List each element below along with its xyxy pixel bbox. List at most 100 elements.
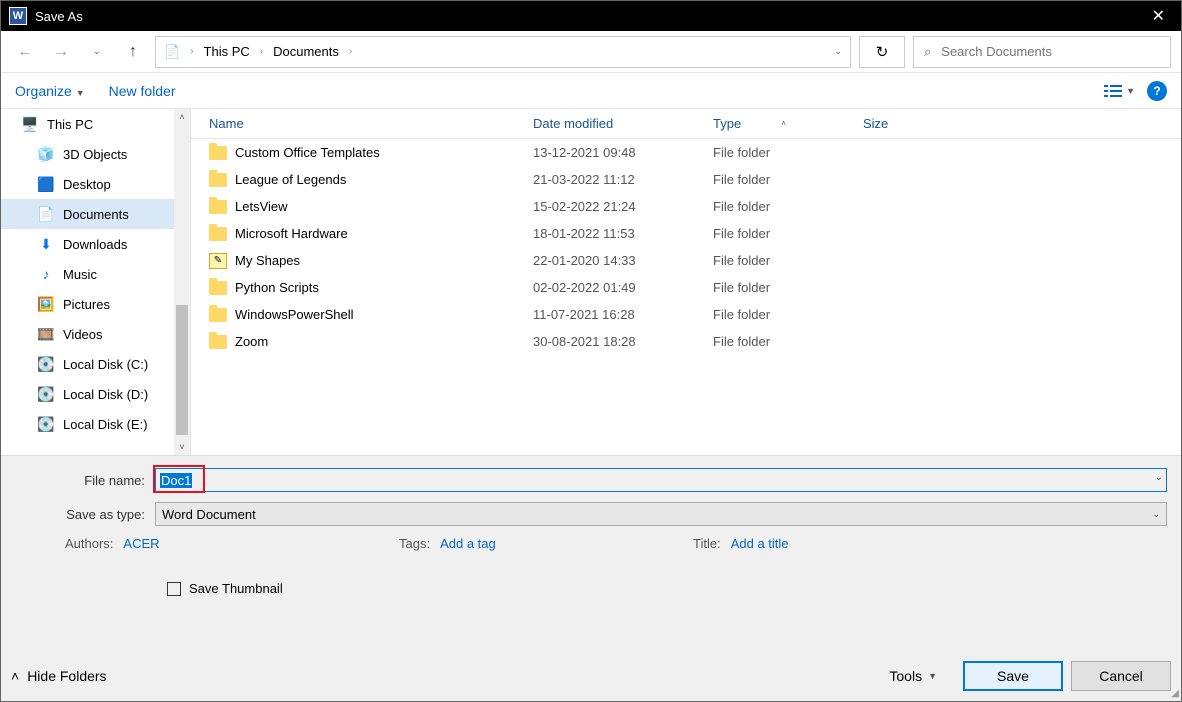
table-row[interactable]: Zoom30-08-2021 18:28File folder [191, 328, 1181, 355]
sidebar-item-disk-d[interactable]: 💽Local Disk (D:) [1, 379, 175, 409]
file-list: Name Date modified Type˄ Size Custom Off… [191, 109, 1181, 455]
file-date: 02-02-2022 01:49 [533, 280, 713, 295]
desktop-icon: 🟦 [37, 175, 55, 193]
sidebar-item-label: Local Disk (C:) [63, 357, 148, 372]
address-bar[interactable]: 📄 › This PC › Documents › ⌄ [155, 36, 851, 68]
sidebar-scrollbar[interactable]: ˄ ˅ [174, 109, 190, 455]
new-folder-button[interactable]: New folder [109, 83, 176, 99]
file-name: LetsView [235, 199, 288, 214]
scroll-thumb[interactable] [176, 305, 188, 435]
column-date[interactable]: Date modified [533, 116, 713, 131]
column-name[interactable]: Name [209, 116, 533, 131]
sidebar-item-label: Desktop [63, 177, 111, 192]
sidebar-item-label: Documents [63, 207, 129, 222]
sidebar-item-this-pc[interactable]: 🖥️This PC [1, 109, 175, 139]
file-date: 21-03-2022 11:12 [533, 172, 713, 187]
filename-input[interactable]: Doc1 [155, 468, 1167, 492]
sidebar-item-label: Downloads [63, 237, 127, 252]
file-type: File folder [713, 307, 863, 322]
back-button[interactable]: ← [11, 38, 39, 66]
organize-button[interactable]: Organize ▼ [15, 83, 85, 99]
search-input[interactable] [939, 43, 1160, 60]
up-button[interactable]: ↑ [119, 38, 147, 66]
forward-button[interactable]: → [47, 38, 75, 66]
table-row[interactable]: League of Legends 21-03-2022 11:12File fo… [191, 166, 1181, 193]
save-thumbnail-checkbox[interactable] [167, 582, 181, 596]
folder-icon [209, 227, 227, 241]
scroll-up-icon[interactable]: ˄ [174, 109, 190, 125]
chevron-right-icon[interactable]: › [186, 46, 197, 57]
sidebar-item-videos[interactable]: 🎞️Videos [1, 319, 175, 349]
sidebar-item-disk-e[interactable]: 💽Local Disk (E:) [1, 409, 175, 439]
tools-button[interactable]: Tools ▼ [889, 668, 937, 684]
chevron-right-icon[interactable]: › [256, 46, 267, 57]
music-icon: ♪ [37, 265, 55, 283]
file-date: 18-01-2022 11:53 [533, 226, 713, 241]
word-app-icon: W [9, 7, 27, 25]
filename-dropdown-icon[interactable]: ⌄ [1155, 472, 1163, 483]
scroll-down-icon[interactable]: ˅ [174, 439, 190, 455]
chevron-down-icon: ▼ [928, 671, 937, 681]
sidebar-item-pictures[interactable]: 🖼️Pictures [1, 289, 175, 319]
table-row[interactable]: ✎My Shapes22-01-2020 14:33File folder [191, 247, 1181, 274]
column-size[interactable]: Size [863, 116, 943, 131]
authors-value[interactable]: ACER [123, 536, 159, 551]
title-bar: W Save As ✕ [1, 1, 1181, 31]
table-row[interactable]: Custom Office Templates13-12-2021 09:48F… [191, 139, 1181, 166]
save-type-label: Save as type: [15, 507, 155, 522]
title-value[interactable]: Add a title [731, 536, 789, 551]
table-row[interactable]: WindowsPowerShell11-07-2021 16:28File fo… [191, 301, 1181, 328]
dialog-body: 🖥️This PC 🧊3D Objects 🟦 Desktop 📄Document… [1, 109, 1181, 455]
sidebar-item-desktop[interactable]: 🟦 Desktop [1, 169, 175, 199]
tags-value[interactable]: Add a tag [440, 536, 496, 551]
chevron-right-icon[interactable]: › [345, 46, 356, 57]
breadcrumb-documents[interactable]: Documents [273, 44, 339, 59]
file-name: Zoom [235, 334, 268, 349]
recent-locations-button[interactable]: ⌄ [83, 38, 111, 66]
nav-row: ← → ⌄ ↑ 📄 › This PC › Documents › ⌄ ↻ ⌕ [1, 31, 1181, 73]
file-type: File folder [713, 172, 863, 187]
table-row[interactable]: LetsView15-02-2022 21:24File folder [191, 193, 1181, 220]
chevron-down-icon: ⌄ [1152, 509, 1160, 520]
tags-label: Tags: [399, 536, 430, 551]
sidebar-item-music[interactable]: ♪ Music [1, 259, 175, 289]
chevron-up-icon: ˄ [11, 668, 19, 684]
folder-icon [209, 200, 227, 214]
filename-label: File name: [15, 473, 155, 488]
hide-folders-button[interactable]: ˄ Hide Folders [11, 668, 107, 684]
table-row[interactable]: Python Scripts02-02-2022 01:49File folde… [191, 274, 1181, 301]
file-type: File folder [713, 226, 863, 241]
sidebar-item-disk-c[interactable]: 💽Local Disk (C:) [1, 349, 175, 379]
sidebar-item-3d-objects[interactable]: 🧊3D Objects [1, 139, 175, 169]
file-type: File folder [713, 334, 863, 349]
folder-icon [209, 308, 227, 322]
view-options-button[interactable]: ▼ [1104, 84, 1135, 98]
sort-indicator-icon: ˄ [781, 119, 786, 128]
search-box[interactable]: ⌕ [913, 36, 1171, 68]
window-title: Save As [35, 9, 1144, 24]
save-button[interactable]: Save [963, 661, 1063, 691]
help-button[interactable]: ? [1147, 81, 1167, 101]
sidebar-item-label: This PC [47, 117, 93, 132]
cancel-button[interactable]: Cancel [1071, 661, 1171, 691]
file-date: 22-01-2020 14:33 [533, 253, 713, 268]
close-icon[interactable]: ✕ [1144, 6, 1173, 26]
bottom-panel: File name: Doc1 ⌄ Save as type: Word Doc… [1, 455, 1181, 701]
sidebar-item-downloads[interactable]: ⬇Downloads [1, 229, 175, 259]
sidebar-item-documents[interactable]: 📄Documents [1, 199, 175, 229]
column-type[interactable]: Type˄ [713, 116, 863, 131]
resize-grip[interactable]: ◢ [1171, 688, 1179, 699]
chevron-down-icon: ▼ [76, 88, 85, 98]
save-type-select[interactable]: Word Document ⌄ [155, 502, 1167, 526]
file-type: File folder [713, 199, 863, 214]
sidebar: 🖥️This PC 🧊3D Objects 🟦 Desktop 📄Document… [1, 109, 191, 455]
file-name: League of Legends [235, 172, 346, 187]
file-type: File folder [713, 280, 863, 295]
save-thumbnail-label[interactable]: Save Thumbnail [189, 581, 283, 596]
sidebar-item-label: Music [63, 267, 97, 282]
refresh-button[interactable]: ↻ [859, 36, 905, 68]
breadcrumb-this-pc[interactable]: This PC [204, 44, 250, 59]
doc-icon: 📄 [164, 44, 180, 60]
table-row[interactable]: Microsoft Hardware18-01-2022 11:53File f… [191, 220, 1181, 247]
address-dropdown-icon[interactable]: ⌄ [834, 46, 842, 57]
